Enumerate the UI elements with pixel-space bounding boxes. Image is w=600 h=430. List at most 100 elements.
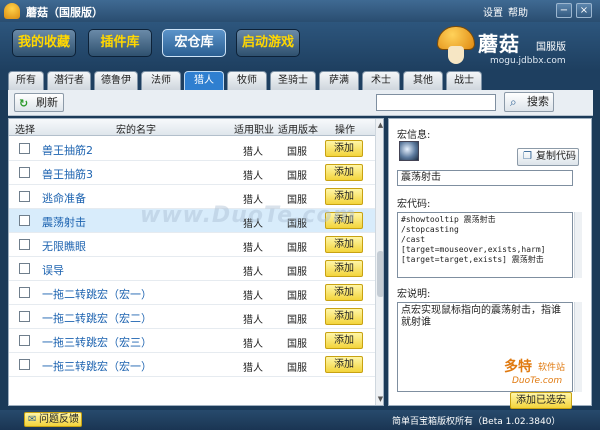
row-checkbox[interactable]: [19, 167, 30, 178]
toolbar: ↻ 刷新 ⌕ 搜索: [8, 90, 593, 116]
add-macro-button[interactable]: 添加: [325, 164, 363, 181]
tab-paladin[interactable]: 圣骑士: [270, 71, 316, 90]
add-macro-button[interactable]: 添加: [325, 260, 363, 277]
macro-list-panel: 选择 宏的名字 适用职业 适用版本 操作 兽王抽筋2 猎人 国服 添加 兽王抽筋3 猎人国…: [8, 118, 384, 406]
column-header-version: 适用版本: [278, 125, 318, 136]
macro-class: 猎人: [243, 363, 263, 374]
badge-line1: 多特: [504, 359, 532, 375]
tab-all[interactable]: 所有: [8, 71, 44, 90]
column-header-class: 适用职业: [234, 125, 274, 136]
row-checkbox[interactable]: [19, 359, 30, 370]
row-checkbox[interactable]: [19, 287, 30, 298]
row-checkbox[interactable]: [19, 239, 30, 250]
copy-icon: ❐: [523, 151, 532, 162]
table-row[interactable]: 一拖二转跳宏（宏一） 猎人 国服 添加: [9, 281, 375, 305]
scroll-down-icon[interactable]: ▼: [377, 395, 383, 403]
add-macro-button[interactable]: 添加: [325, 308, 363, 325]
row-checkbox[interactable]: [19, 263, 30, 274]
settings-link[interactable]: 设置: [483, 4, 503, 19]
scroll-up-icon[interactable]: ▲: [377, 121, 383, 129]
refresh-button[interactable]: ↻ 刷新: [14, 93, 64, 112]
table-row[interactable]: 一拖二转跳宏（宏二） 猎人 国服 添加: [9, 305, 375, 329]
tab-other[interactable]: 其他: [403, 71, 443, 90]
macro-name[interactable]: 一拖三转跳宏（宏三）: [42, 334, 152, 350]
column-header-name: 宏的名字: [116, 125, 156, 136]
list-scrollbar[interactable]: ▲ ▼: [375, 119, 383, 405]
macro-name[interactable]: 一拖二转跳宏（宏二）: [42, 310, 152, 326]
column-header-select: 选择: [15, 125, 35, 136]
add-macro-button[interactable]: 添加: [325, 284, 363, 301]
macro-code-label: 宏代码:: [397, 199, 431, 210]
macro-name[interactable]: 误导: [42, 262, 64, 278]
macro-name[interactable]: 兽王抽筋3: [42, 166, 93, 182]
close-button[interactable]: ×: [576, 3, 592, 18]
plugin-library-button-label: 插件库: [100, 35, 140, 50]
add-macro-button[interactable]: 添加: [325, 236, 363, 253]
macro-library-button[interactable]: 宏仓库: [162, 29, 226, 57]
scrollbar-thumb[interactable]: [377, 251, 383, 297]
tab-druid[interactable]: 德鲁伊: [94, 71, 138, 90]
macro-class: 猎人: [243, 243, 263, 254]
watermark-text: www.DuoTe.com: [140, 203, 357, 228]
title-bar: 蘑菇（国服版） 设置 帮助 − ×: [0, 0, 600, 22]
macro-description-label: 宏说明:: [397, 289, 431, 300]
column-header-action: 操作: [335, 125, 355, 136]
macro-name[interactable]: 逃命准备: [42, 190, 86, 206]
table-row[interactable]: 误导 猎人 国服 添加: [9, 257, 375, 281]
help-link[interactable]: 帮助: [508, 4, 528, 19]
app-header: 我的收藏 插件库 宏仓库 启动游戏 蘑菇 国服版 mogu.jdbbx.com: [0, 22, 600, 70]
row-checkbox[interactable]: [19, 215, 30, 226]
search-button[interactable]: ⌕ 搜索: [504, 92, 554, 112]
launch-game-button[interactable]: 启动游戏: [236, 29, 300, 57]
favorites-button-label: 我的收藏: [17, 35, 70, 50]
add-macro-button[interactable]: 添加: [325, 332, 363, 349]
macro-name-field[interactable]: 震荡射击: [397, 170, 573, 186]
macro-name[interactable]: 一拖三转跳宏（宏一）: [42, 358, 152, 374]
search-input[interactable]: [376, 94, 496, 111]
row-checkbox[interactable]: [19, 335, 30, 346]
tab-hunter[interactable]: 猎人: [184, 71, 224, 90]
copy-code-label: 复制代码: [536, 151, 576, 162]
class-tabs: 所有 潜行者 德鲁伊 法师 猎人 牧师 圣骑士 萨满 术士 其他 战士: [0, 70, 600, 90]
macro-class: 猎人: [243, 339, 263, 350]
refresh-button-label: 刷新: [36, 96, 58, 109]
copy-code-button[interactable]: ❐ 复制代码: [517, 148, 579, 166]
table-row[interactable]: 兽王抽筋2 猎人 国服 添加: [9, 137, 375, 161]
add-macro-button[interactable]: 添加: [325, 356, 363, 373]
feedback-button[interactable]: ✉ 问题反馈: [24, 412, 82, 427]
badge-line3: DuoTe.com: [512, 376, 563, 386]
macro-name[interactable]: 一拖二转跳宏（宏一）: [42, 286, 152, 302]
row-checkbox[interactable]: [19, 143, 30, 154]
row-checkbox[interactable]: [19, 191, 30, 202]
add-macro-button[interactable]: 添加: [325, 140, 363, 157]
favorites-button[interactable]: 我的收藏: [12, 29, 76, 57]
code-scrollbar[interactable]: [574, 212, 582, 278]
table-row[interactable]: 一拖三转跳宏（宏一） 猎人 国服 添加: [9, 353, 375, 377]
window-title: 蘑菇（国服版）: [26, 6, 103, 19]
macro-code-textarea[interactable]: #showtooltip 震荡射击 /stopcasting /cast [ta…: [397, 212, 573, 278]
macro-info-label: 宏信息:: [397, 130, 431, 141]
table-row[interactable]: 兽王抽筋3 猎人 国服 添加: [9, 161, 375, 185]
badge-line2: 软件站: [538, 363, 566, 373]
macro-version: 国服: [287, 171, 307, 182]
macro-version: 国服: [287, 147, 307, 158]
tab-mage[interactable]: 法师: [141, 71, 181, 90]
plugin-library-button[interactable]: 插件库: [88, 29, 152, 57]
table-row[interactable]: 无限瞧眼 猎人 国服 添加: [9, 233, 375, 257]
search-button-label: 搜索: [527, 95, 549, 108]
minimize-button[interactable]: −: [556, 3, 572, 18]
add-selected-macros-button[interactable]: 添加已选宏: [510, 392, 572, 409]
copyright-text: 简单百宝箱版权所有（Beta 1.02.3840）: [392, 417, 561, 427]
table-row[interactable]: 一拖三转跳宏（宏三） 猎人 国服 添加: [9, 329, 375, 353]
tab-warlock[interactable]: 术士: [362, 71, 400, 90]
macro-version: 国服: [287, 291, 307, 302]
macro-name[interactable]: 兽王抽筋2: [42, 142, 93, 158]
tab-shaman[interactable]: 萨满: [319, 71, 359, 90]
row-checkbox[interactable]: [19, 311, 30, 322]
macro-name[interactable]: 震荡射击: [42, 214, 86, 230]
tab-warrior[interactable]: 战士: [446, 71, 482, 90]
tab-rogue[interactable]: 潜行者: [47, 71, 91, 90]
macro-version: 国服: [287, 267, 307, 278]
macro-name[interactable]: 无限瞧眼: [42, 238, 86, 254]
tab-priest[interactable]: 牧师: [227, 71, 267, 90]
